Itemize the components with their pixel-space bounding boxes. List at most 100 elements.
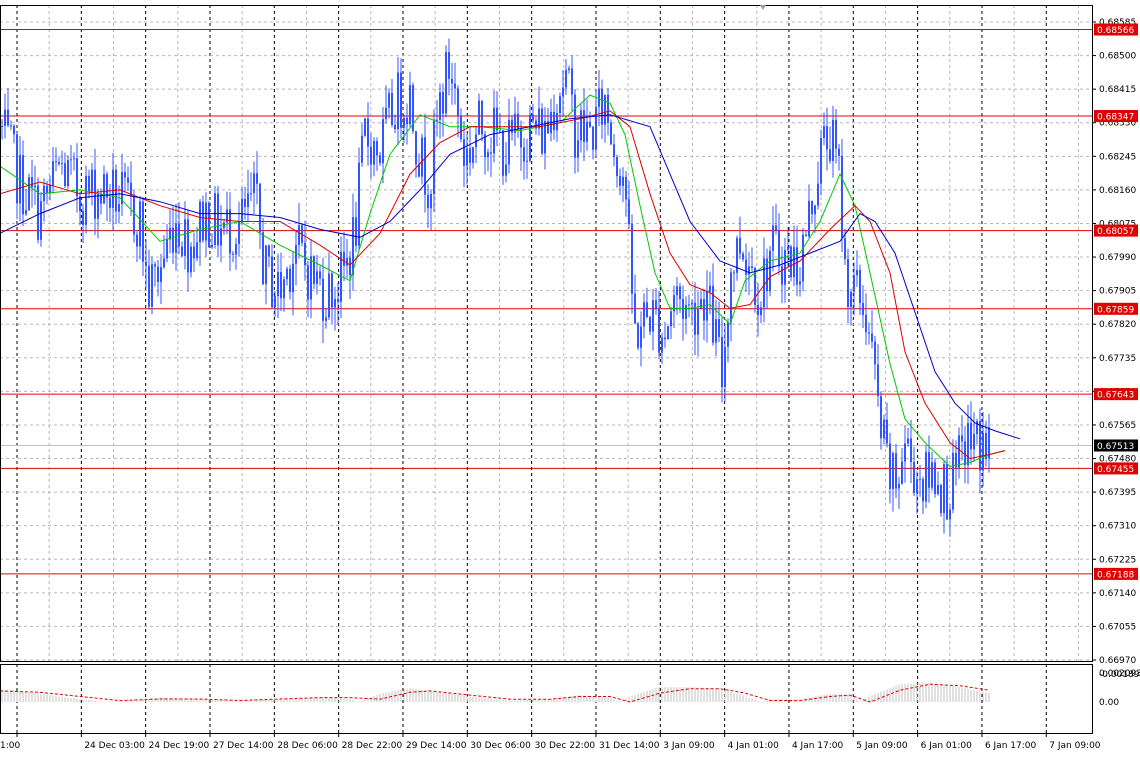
candle-body [451,78,453,84]
candle-body [271,256,273,308]
candle-body [343,251,345,266]
candle-body [457,88,459,116]
candle-body [181,246,183,256]
candle-body [757,304,759,316]
candle-body [325,317,327,321]
candle-body [979,421,981,471]
candle-body [898,483,900,489]
candle-body [937,484,939,495]
candle-body [403,117,405,128]
x-tick-label: 30 Dec 22:00 [535,741,596,751]
candle-body [502,130,504,176]
candle-body [478,100,480,135]
candle-body [256,173,258,184]
candle-body [562,87,564,97]
y-tick-label: 0.67140 [1099,589,1136,599]
candle-body [418,164,420,177]
candle-body [415,131,417,165]
candle-body [499,130,501,132]
candle-body [892,453,894,489]
candle-body [529,114,531,161]
x-tick-label: 4 Jan 01:00 [728,741,780,751]
candle-body [793,247,795,278]
candle-body [235,243,237,255]
candle-body [919,479,921,481]
candle-body [871,333,873,342]
candle-body [970,423,972,450]
candle-body [664,337,666,340]
candle-body [46,185,48,194]
candle-body [688,304,690,306]
candle-body [250,193,252,195]
candle-body [310,256,312,300]
candle-body [808,200,810,237]
candle-body [37,185,39,240]
candle-body [124,172,126,178]
candle-body [430,193,432,209]
candle-body [790,246,792,278]
candle-body [70,159,72,161]
candle-body [67,160,69,187]
candle-body [931,462,933,488]
candle-body [946,464,948,520]
candle-body [574,94,576,158]
candle-body [448,52,450,79]
candle-body [922,479,924,502]
candle-body [31,177,33,188]
candle-body [166,239,168,259]
candle-body [682,299,684,319]
candle-body [127,177,129,183]
candle-body [658,309,660,353]
candle-body [652,300,654,332]
level-price-label: 0.67455 [1097,465,1134,475]
candle-body [709,285,711,292]
candle-body [691,302,693,305]
candle-body [295,245,297,264]
candle-body [895,453,897,489]
candle-body [856,269,858,276]
y-tick-label: 0.67820 [1099,320,1136,330]
candle-body [22,155,24,215]
candle-body [160,267,162,283]
x-tick-label: 28 Dec 06:00 [277,741,338,751]
candle-body [316,271,318,284]
candle-body [421,137,423,177]
candle-body [667,326,669,340]
candle-body [838,148,840,156]
candle-body [307,265,309,300]
candle-body [277,272,279,297]
candle-body [193,246,195,259]
candle-body [859,269,861,303]
candle-body [283,279,285,299]
candle-body [223,222,225,229]
candle-body [619,176,621,186]
candle-body [220,228,222,246]
candle-body [304,242,306,266]
candle-body [742,253,744,260]
candle-body [823,126,825,139]
candle-body [139,201,141,247]
candle-body [904,443,906,462]
candle-body [34,185,36,188]
candle-body [142,201,144,262]
candle-body [13,125,15,135]
candle-body [697,308,699,335]
candle-body [49,185,51,194]
x-tick-label: 5 Jan 09:00 [856,741,908,751]
candle-body [439,92,441,120]
candle-body [232,253,234,255]
candle-body [364,118,366,136]
candle-body [184,219,186,256]
candle-body [4,109,6,127]
candle-body [751,266,753,269]
candle-body [817,183,819,206]
candle-body [7,109,9,126]
candle-body [934,462,936,495]
candle-body [382,119,384,164]
candle-body [328,273,330,318]
candle-body [772,225,774,251]
candle-body [604,94,606,125]
candle-body [568,68,570,70]
x-tick-label: 7 Jan 09:00 [1049,741,1101,751]
y-tick-label: 0.68500 [1099,52,1136,62]
